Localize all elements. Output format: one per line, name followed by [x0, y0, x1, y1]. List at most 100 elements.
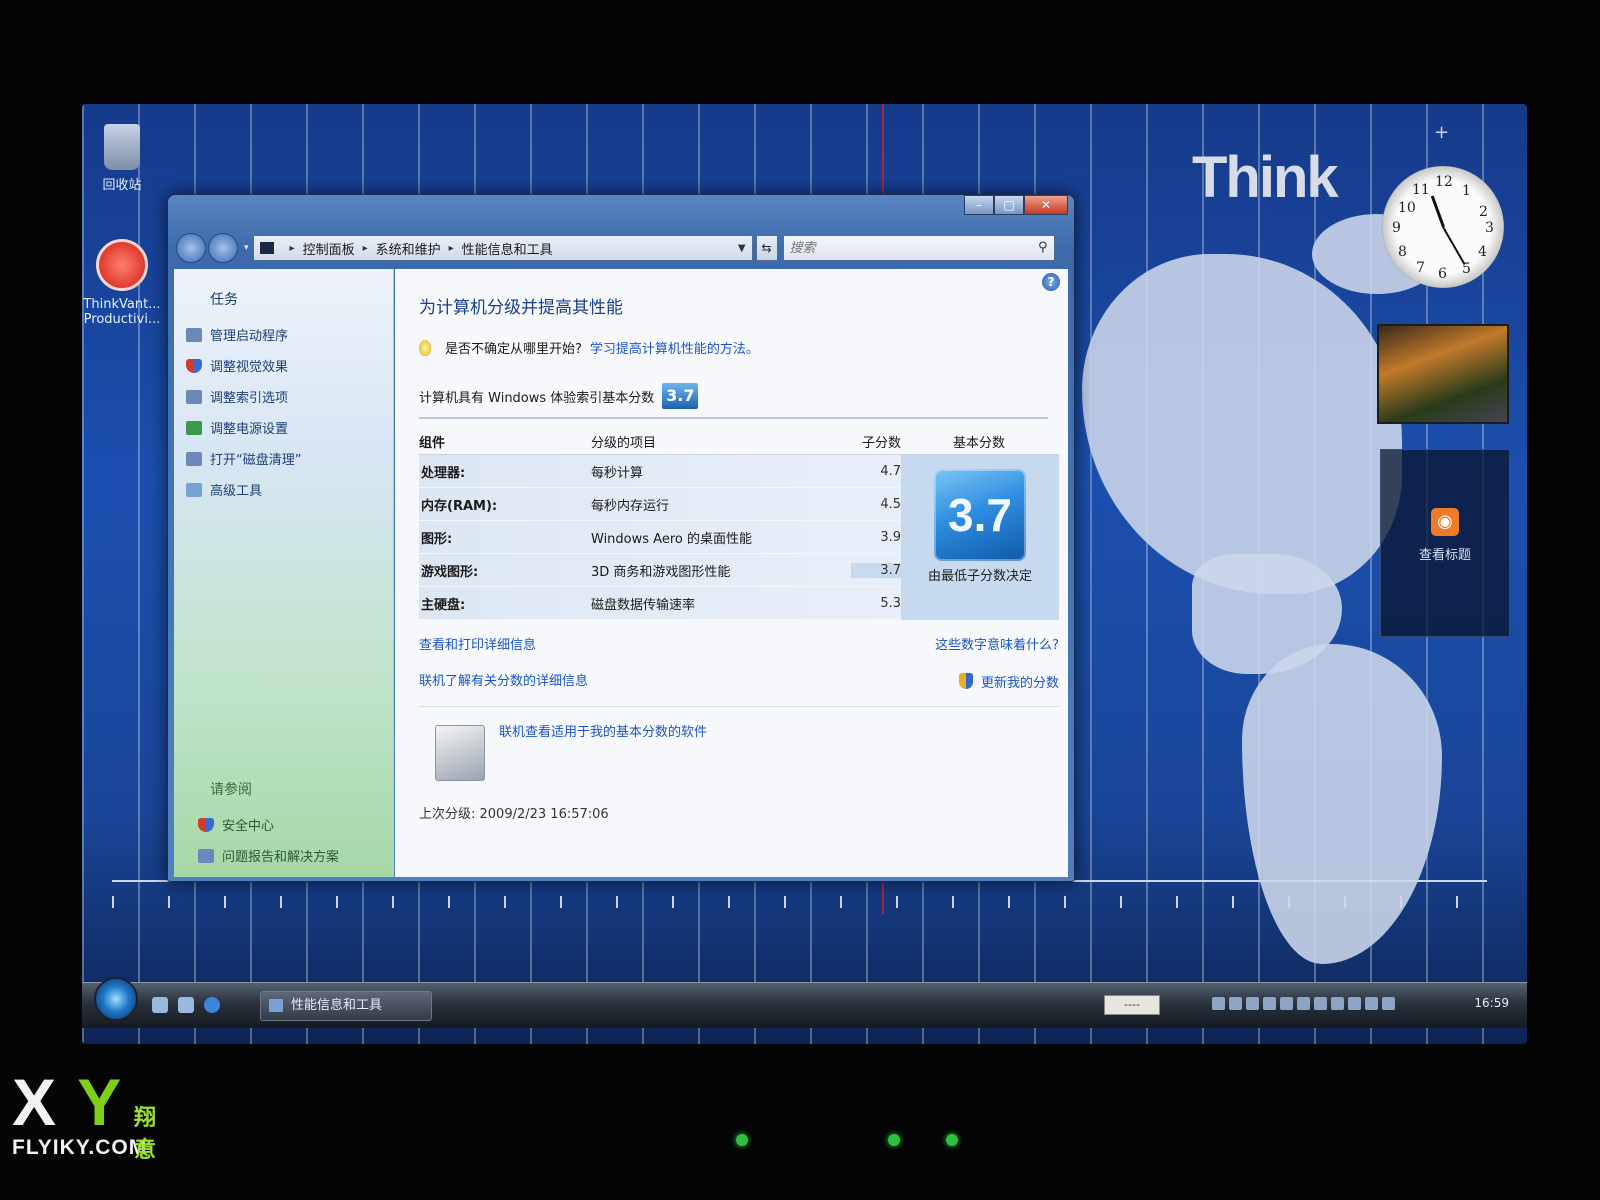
- maximize-button[interactable]: □: [994, 195, 1024, 215]
- see-also-security-center[interactable]: 安全中心: [198, 809, 339, 840]
- row-subscore: 5.3: [880, 595, 901, 611]
- learn-improve-link[interactable]: 学习提高计算机性能的方法。: [590, 338, 759, 357]
- search-input[interactable]: [783, 236, 1054, 260]
- breadcrumb-separator-icon[interactable]: ▸: [363, 243, 368, 254]
- table-row: 处理器: 每秒计算 4.7: [419, 455, 901, 488]
- clock-number: 8: [1398, 244, 1407, 260]
- update-score[interactable]: 更新我的分数: [958, 670, 1059, 692]
- tasks-heading: 任务: [210, 292, 238, 308]
- timezone-ruler: [112, 880, 1487, 910]
- see-also-section: 请参阅 安全中心 问题报告和解决方案: [198, 779, 339, 871]
- table-row-lowest: 游戏图形: 3D 商务和游戏图形性能 3.7: [419, 554, 901, 587]
- software-box-icon: [435, 725, 485, 781]
- language-bar[interactable]: ----: [1104, 995, 1160, 1015]
- links-row: 联机了解有关分数的详细信息 更新我的分数: [419, 670, 1059, 692]
- online-score-details-link[interactable]: 联机了解有关分数的详细信息: [419, 670, 588, 692]
- shield-icon: [186, 358, 202, 373]
- row-subscore: 3.7: [851, 562, 901, 578]
- see-also-label: 问题报告和解决方案: [222, 850, 340, 865]
- big-base-score-badge: 3.7: [934, 469, 1026, 561]
- refresh-button[interactable]: ⇆: [755, 235, 778, 261]
- problem-reports-icon: [198, 848, 214, 863]
- row-component: 处理器:: [421, 465, 466, 481]
- base-score-note: 由最低子分数决定: [927, 569, 1032, 584]
- close-button[interactable]: ✕: [1024, 195, 1068, 215]
- desktop-icon-thinkvantage[interactable]: ThinkVant... Productivi...: [82, 239, 162, 327]
- tray-icon[interactable]: [1331, 997, 1344, 1010]
- address-bar[interactable]: ▸ 控制面板 ▸ 系统和维护 ▸ 性能信息和工具 ▼: [252, 235, 753, 261]
- help-button[interactable]: ?: [1042, 273, 1060, 291]
- search-icon[interactable]: ⚲: [1038, 240, 1048, 255]
- taskbar-clock[interactable]: 16:59: [1474, 996, 1509, 1010]
- tray-icon[interactable]: [1365, 997, 1378, 1010]
- slideshow-gadget[interactable]: [1377, 324, 1509, 424]
- update-my-score-link[interactable]: 更新我的分数: [981, 672, 1059, 691]
- what-numbers-mean-link[interactable]: 这些数字意味着什么?: [935, 634, 1059, 656]
- desktop-icon-recycle-bin[interactable]: 回收站: [82, 124, 162, 193]
- clock-gadget[interactable]: 12 1 2 3 4 5 6 7 8 9 10 11: [1382, 166, 1504, 288]
- breadcrumb-separator-icon[interactable]: ▸: [290, 243, 295, 254]
- table-row: 图形: Windows Aero 的桌面性能 3.9: [419, 521, 901, 554]
- thinkvantage-icon: [96, 239, 148, 291]
- volume-icon[interactable]: [1382, 997, 1395, 1010]
- tray-icon[interactable]: [1263, 997, 1276, 1010]
- switch-windows-icon[interactable]: [178, 997, 194, 1013]
- taskbar-button-performance[interactable]: 性能信息和工具: [260, 991, 432, 1021]
- tray-icon[interactable]: [1297, 997, 1310, 1010]
- row-subscore: 4.5: [880, 496, 901, 512]
- navigation-bar: ▾ ▸ 控制面板 ▸ 系统和维护 ▸ 性能信息和工具 ▼ ⇆ ⚲: [176, 233, 1066, 263]
- tray-icon[interactable]: [1212, 997, 1225, 1010]
- minimize-button[interactable]: –: [964, 195, 994, 215]
- task-label: 高级工具: [210, 484, 263, 499]
- base-score-text: 计算机具有 Windows 体验索引基本分数: [419, 390, 655, 406]
- see-also-problem-reports[interactable]: 问题报告和解决方案: [198, 840, 339, 871]
- view-print-details-link[interactable]: 查看和打印详细信息: [419, 634, 536, 656]
- security-center-icon: [198, 817, 214, 832]
- header-component: 组件: [419, 436, 446, 451]
- breadcrumb-control-panel[interactable]: 控制面板: [303, 239, 355, 258]
- power-led-icon: [888, 1134, 900, 1146]
- row-item: 3D 商务和游戏图形性能: [591, 564, 731, 580]
- forward-button[interactable]: [208, 233, 238, 263]
- tray-icon[interactable]: [1229, 997, 1242, 1010]
- start-button[interactable]: [94, 977, 138, 1021]
- task-power-settings[interactable]: 调整电源设置: [186, 412, 393, 443]
- header-subscore: 子分数: [861, 436, 901, 451]
- see-also-heading: 请参阅: [210, 782, 252, 798]
- breadcrumb-system-maintenance[interactable]: 系统和维护: [376, 239, 441, 258]
- task-indexing-options[interactable]: 调整索引选项: [186, 381, 393, 412]
- performance-window: – □ ✕ ▾ ▸ 控制面板 ▸ 系统和维护 ▸ 性能信息和工具 ▼ ⇆ ⚲: [167, 194, 1075, 882]
- row-component: 游戏图形:: [421, 564, 479, 580]
- clock-hour-hand: [1430, 195, 1445, 228]
- clock-number: 10: [1398, 200, 1416, 216]
- recent-pages-dropdown-icon[interactable]: ▾: [244, 243, 249, 253]
- internet-explorer-icon[interactable]: [204, 997, 220, 1013]
- clock-number: 4: [1478, 244, 1487, 260]
- watermark-site: FLYIKY.COM: [12, 1136, 148, 1159]
- watermark: X Y 翔意 FLYIKY.COM: [12, 1069, 156, 1163]
- watermark-x: X: [12, 1065, 59, 1139]
- task-disk-cleanup[interactable]: 打开“磁盘清理”: [186, 443, 393, 474]
- online-software-link[interactable]: 联机查看适用于我的基本分数的软件: [499, 721, 707, 785]
- task-advanced-tools[interactable]: 高级工具: [186, 474, 393, 505]
- back-button[interactable]: [176, 233, 206, 263]
- feed-headlines-gadget[interactable]: ◉ 查看标题: [1380, 449, 1510, 637]
- task-visual-effects[interactable]: 调整视觉效果: [186, 350, 393, 381]
- breadcrumb-separator-icon[interactable]: ▸: [449, 243, 454, 254]
- disk-cleanup-icon: [186, 451, 202, 466]
- tray-icon[interactable]: [1314, 997, 1327, 1010]
- show-desktop-icon[interactable]: [152, 997, 168, 1013]
- task-pane: 任务 管理启动程序 调整视觉效果 调整索引选项 调整电源设置 打开“磁盘清理”: [174, 269, 394, 877]
- tray-icon[interactable]: [1280, 997, 1293, 1010]
- task-manage-startup[interactable]: 管理启动程序: [186, 319, 393, 350]
- clock-number: 3: [1485, 220, 1494, 236]
- score-table: 组件 分级的项目 子分数 基本分数 处理器: 每秒计算 4.7 内存(RAM):: [419, 429, 1059, 620]
- breadcrumb-performance-tools[interactable]: 性能信息和工具: [462, 239, 553, 258]
- tip-text: 是否不确定从哪里开始?: [445, 342, 582, 357]
- address-dropdown-icon[interactable]: ▼: [738, 243, 746, 254]
- network-icon[interactable]: [1348, 997, 1361, 1010]
- add-gadget-icon[interactable]: +: [1434, 122, 1449, 143]
- watermark-cn: 翔意: [134, 1106, 157, 1163]
- bluetooth-icon[interactable]: [1246, 997, 1259, 1010]
- table-rows: 处理器: 每秒计算 4.7 内存(RAM): 每秒内存运行 4.5 图形: Wi…: [419, 455, 901, 620]
